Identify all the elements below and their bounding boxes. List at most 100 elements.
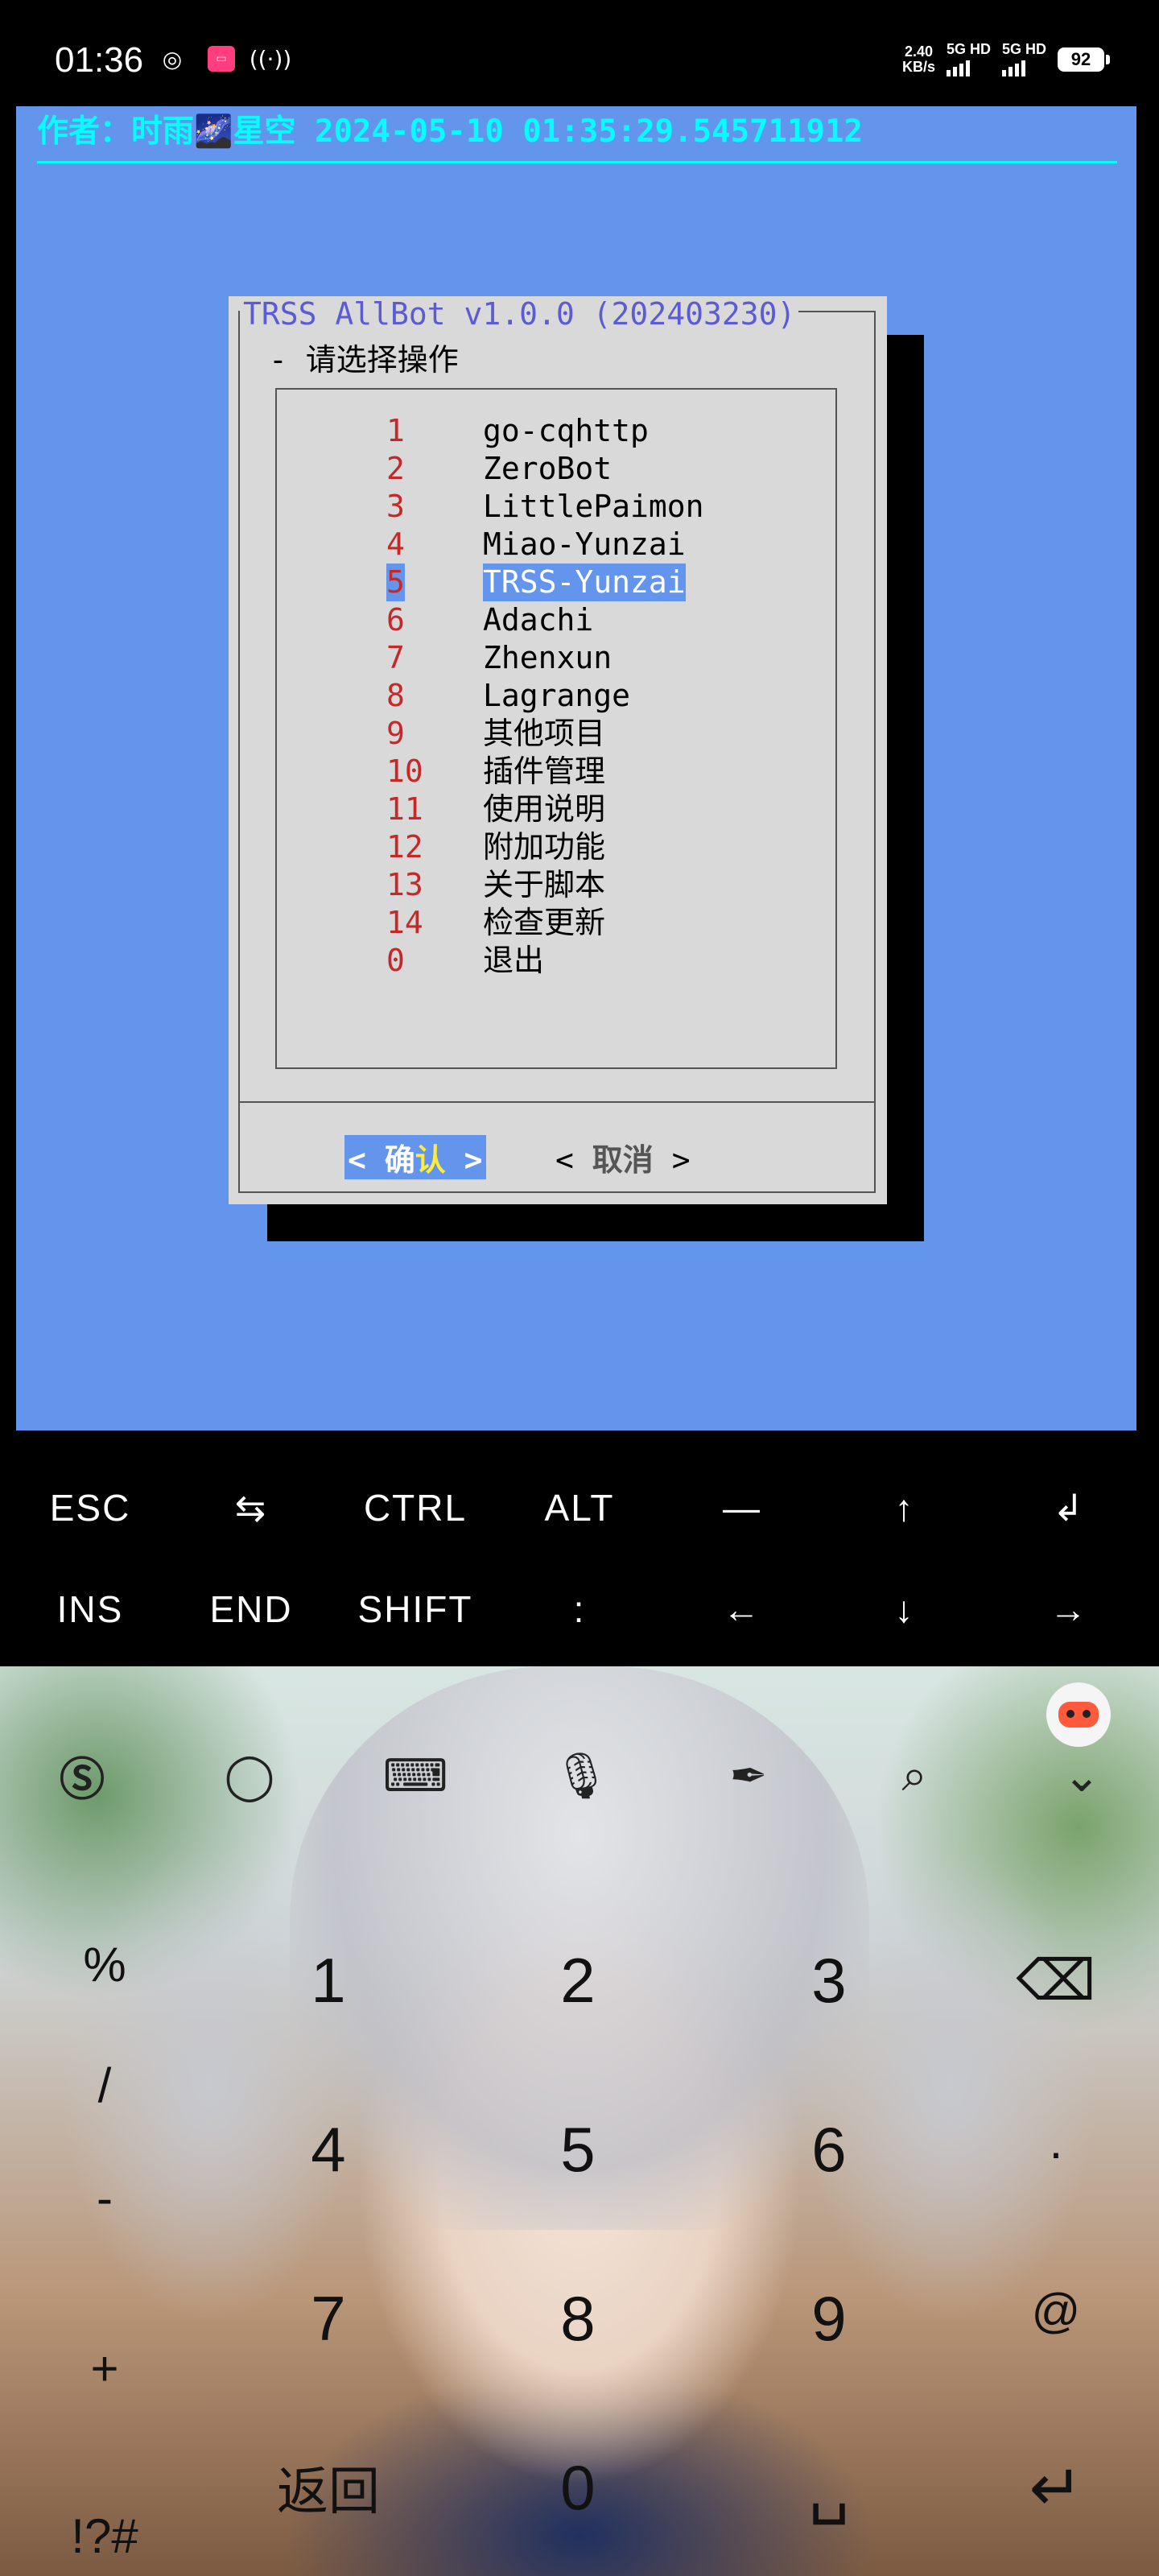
status-time: 01:36	[55, 40, 144, 80]
cancel-bracket-left: <	[555, 1142, 574, 1178]
menu-item[interactable]: 9 其他项目	[277, 715, 835, 753]
dialog-separator	[238, 1101, 876, 1103]
signal-bars-icon	[946, 57, 991, 76]
menu-item[interactable]: 5 TRSS-Yunzai	[277, 564, 835, 601]
emoji-icon[interactable]: ◯	[209, 1736, 290, 1816]
menu-item-label: 插件管理	[483, 753, 606, 789]
enter-symbol-key[interactable]: ↲	[988, 1486, 1149, 1530]
ins-key[interactable]: INS	[10, 1587, 171, 1631]
menu-item-number: 6	[386, 602, 405, 638]
right-arrow-key[interactable]: →	[988, 1587, 1149, 1631]
shift-key[interactable]: SHIFT	[335, 1587, 496, 1631]
ctrl-key[interactable]: CTRL	[335, 1486, 496, 1530]
bilibili-icon: ▭	[208, 46, 235, 72]
menu-item[interactable]: 10 插件管理	[277, 753, 835, 791]
key-0[interactable]: 0	[497, 2439, 658, 2536]
sim1-label: 5G HD	[946, 41, 991, 57]
cancel-button[interactable]: < 取消 >	[555, 1135, 691, 1179]
menu-item[interactable]: 11 使用说明	[277, 791, 835, 828]
at-key[interactable]: @	[975, 2262, 1136, 2359]
menu-item-number: 1	[386, 413, 405, 448]
extra-keys-bar: ESC ⇆ CTRL ALT — ↑ ↲ INS END SHIFT : ← ↓…	[0, 1459, 1159, 1668]
keyboard-layout-icon[interactable]: ⌨	[375, 1736, 456, 1816]
menu-item[interactable]: 7 Zhenxun	[277, 639, 835, 677]
menu-item[interactable]: 1 go-cqhttp	[277, 412, 835, 450]
key-1[interactable]: 1	[248, 1932, 409, 2029]
key-5[interactable]: 5	[497, 2101, 658, 2198]
menu-item[interactable]: 3 LittlePaimon	[277, 488, 835, 526]
status-icons-right: 2.40 KB/s 5G HD 5G HD 92	[902, 41, 1110, 76]
colon-key[interactable]: :	[499, 1587, 660, 1631]
key-7[interactable]: 7	[248, 2270, 409, 2367]
enter-key[interactable]: ↵	[975, 2439, 1136, 2536]
hotspot-icon: ((·))	[249, 45, 292, 72]
key-8[interactable]: 8	[497, 2270, 658, 2367]
backspace-key[interactable]: ⌫	[975, 1932, 1136, 2029]
speed-value: 2.40	[904, 43, 933, 60]
menu-item[interactable]: 2 ZeroBot	[277, 450, 835, 488]
menu-item[interactable]: 14 检查更新	[277, 904, 835, 942]
menu-item-label: 检查更新	[483, 905, 606, 940]
menu-item[interactable]: 6 Adachi	[277, 601, 835, 639]
ok-bracket-left: <	[348, 1142, 385, 1178]
percent-key[interactable]: %	[24, 1916, 185, 2013]
key-6[interactable]: 6	[749, 2101, 909, 2198]
menu-item-label: TRSS-Yunzai	[483, 564, 686, 601]
plus-key[interactable]: +	[24, 2320, 185, 2417]
status-icons-left: ◎ ▭ ((·))	[158, 45, 292, 72]
left-arrow-key[interactable]: ←	[662, 1587, 823, 1631]
key-2[interactable]: 2	[497, 1932, 658, 2029]
key-3[interactable]: 3	[749, 1932, 909, 2029]
key-4[interactable]: 4	[248, 2101, 409, 2198]
menu-box: 1 go-cqhttp 2 ZeroBot 3 LittlePaimon 4 Miao-Yun…	[275, 388, 837, 1069]
menu-item[interactable]: 4 Miao-Yunzai	[277, 526, 835, 564]
menu-item-label: ZeroBot	[483, 451, 612, 486]
soft-keyboard: Ⓢ ◯ ⌨ 🎙 ✒ ⌕ ⌄ % / - + !?# 1 2 3 4 5 6 7 …	[0, 1666, 1159, 2576]
menu-item-label: 退出	[483, 943, 545, 978]
menu-item-number: 10	[386, 753, 423, 789]
menu-item-label: Lagrange	[483, 678, 631, 713]
menu-item[interactable]: 8 Lagrange	[277, 677, 835, 715]
menu-item-number: 2	[386, 451, 405, 486]
menu-item[interactable]: 13 关于脚本	[277, 866, 835, 904]
menu-item-number: 11	[386, 791, 423, 827]
confirm-button[interactable]: < 确认 >	[344, 1135, 486, 1179]
handwriting-icon[interactable]: ✒	[708, 1736, 789, 1816]
menu-item-number: 13	[386, 867, 423, 902]
end-key[interactable]: END	[171, 1587, 332, 1631]
extra-keys-row-1: ESC ⇆ CTRL ALT — ↑ ↲	[0, 1486, 1159, 1583]
microphone-icon[interactable]: 🎙	[541, 1736, 621, 1816]
sim2-signal: 5G HD	[1001, 42, 1046, 76]
menu-dialog: TRSS AllBot v1.0.0 (202403230) - 请选择操作 1…	[229, 296, 887, 1204]
menu-list: 1 go-cqhttp 2 ZeroBot 3 LittlePaimon 4 Miao-Yun…	[277, 412, 835, 980]
menu-item-label: 关于脚本	[483, 867, 606, 902]
up-arrow-key[interactable]: ↑	[824, 1486, 985, 1530]
search-icon[interactable]: ⌕	[874, 1736, 955, 1816]
menu-item-label: Adachi	[483, 602, 594, 638]
symbols-key[interactable]: !?#	[24, 2487, 185, 2576]
menu-item-number: 4	[386, 526, 405, 562]
ok-bracket-right: >	[445, 1142, 483, 1178]
menu-item-label: Miao-Yunzai	[483, 526, 686, 562]
menu-item-number: 7	[386, 640, 405, 675]
menu-item[interactable]: 12 附加功能	[277, 828, 835, 866]
down-arrow-key[interactable]: ↓	[824, 1587, 985, 1631]
key-9[interactable]: 9	[749, 2270, 909, 2367]
collapse-chevron-icon[interactable]: ⌄	[1041, 1736, 1122, 1816]
author-header: 作者：时雨🌌星空 2024-05-10 01:35:29.545711912	[37, 114, 863, 150]
menu-item-label: 使用说明	[483, 791, 606, 827]
dialog-prompt: - 请选择操作	[269, 342, 459, 378]
minus-key[interactable]: -	[24, 2149, 185, 2246]
back-key[interactable]: 返回	[248, 2439, 409, 2536]
menu-item[interactable]: 0 退出	[277, 942, 835, 980]
esc-key[interactable]: ESC	[10, 1486, 171, 1530]
space-key[interactable]: ␣	[749, 2439, 909, 2536]
menu-item-label: go-cqhttp	[483, 413, 649, 448]
menu-item-number: 0	[386, 943, 405, 978]
terminal-screen[interactable]: 作者：时雨🌌星空 2024-05-10 01:35:29.545711912 T…	[16, 106, 1136, 1430]
alt-key[interactable]: ALT	[499, 1486, 660, 1530]
sogou-logo-icon[interactable]: Ⓢ	[42, 1736, 122, 1816]
dot-key[interactable]: .	[975, 2093, 1136, 2190]
tab-key[interactable]: ⇆	[171, 1486, 332, 1530]
dash-key[interactable]: —	[662, 1486, 823, 1530]
